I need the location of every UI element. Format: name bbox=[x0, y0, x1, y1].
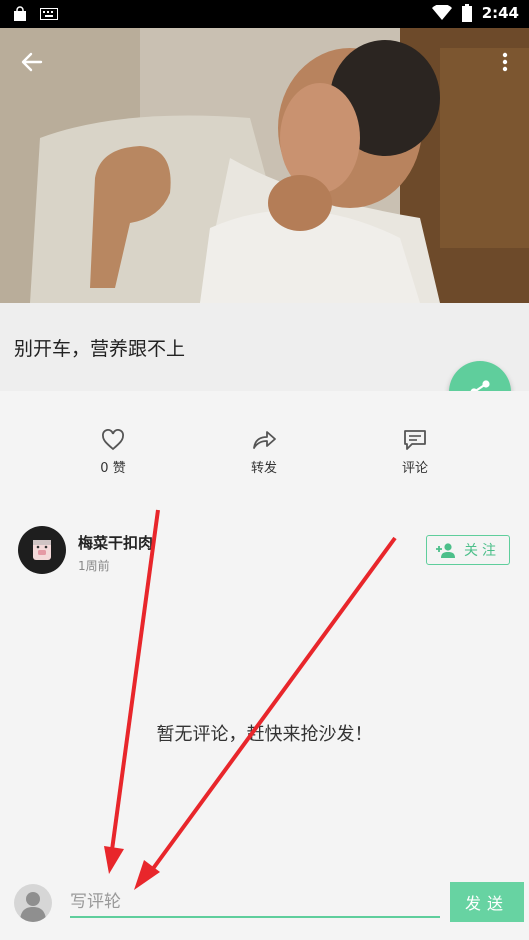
status-time: 2:44 bbox=[481, 4, 519, 22]
more-options-button[interactable] bbox=[493, 44, 517, 80]
forward-icon bbox=[253, 431, 276, 449]
follow-label: 关注 bbox=[464, 543, 500, 559]
action-bar: 0 赞 转发 评论 bbox=[0, 391, 529, 501]
author-name[interactable]: 梅菜干扣肉 bbox=[78, 532, 153, 553]
send-button[interactable]: 发送 bbox=[450, 882, 524, 922]
heart-icon bbox=[102, 429, 124, 451]
arrow-left-icon bbox=[21, 52, 43, 72]
keyboard-icon bbox=[40, 8, 58, 20]
wifi-icon bbox=[431, 5, 452, 20]
like-label: 0 赞 bbox=[100, 461, 126, 476]
repost-button[interactable]: 转发 bbox=[224, 429, 304, 476]
status-right: 2:44 bbox=[431, 4, 519, 22]
more-vertical-icon bbox=[502, 52, 508, 72]
battery-icon bbox=[461, 4, 472, 22]
comment-input-bar: 发送 bbox=[0, 870, 529, 940]
post-image[interactable] bbox=[0, 28, 529, 303]
shopping-bag-icon bbox=[14, 6, 26, 21]
follow-button[interactable]: 关注 bbox=[426, 535, 510, 565]
status-bar: 2:44 bbox=[0, 0, 529, 28]
author-avatar[interactable] bbox=[18, 526, 66, 574]
repost-label: 转发 bbox=[250, 461, 277, 476]
post-caption-area: 别开车，营养跟不上 bbox=[0, 303, 529, 391]
empty-comments-message: 暂无评论，赶快来抢沙发！ bbox=[156, 724, 373, 745]
comment-input[interactable] bbox=[70, 888, 440, 918]
pig-avatar-icon bbox=[33, 540, 51, 560]
author-row: 梅菜干扣肉 1周前 关注 bbox=[0, 520, 529, 580]
comment-icon bbox=[404, 430, 426, 450]
post-image-illustration bbox=[0, 28, 529, 303]
like-button[interactable]: 0 赞 bbox=[73, 429, 153, 476]
user-avatar bbox=[14, 884, 52, 922]
post-caption: 别开车，营养跟不上 bbox=[14, 338, 186, 360]
status-left bbox=[12, 6, 58, 22]
default-user-icon bbox=[20, 892, 46, 922]
comment-button[interactable]: 评论 bbox=[375, 429, 455, 476]
add-person-icon bbox=[436, 543, 455, 558]
post-time: 1周前 bbox=[78, 559, 110, 573]
back-button[interactable] bbox=[14, 44, 50, 80]
comment-label: 评论 bbox=[401, 461, 428, 476]
